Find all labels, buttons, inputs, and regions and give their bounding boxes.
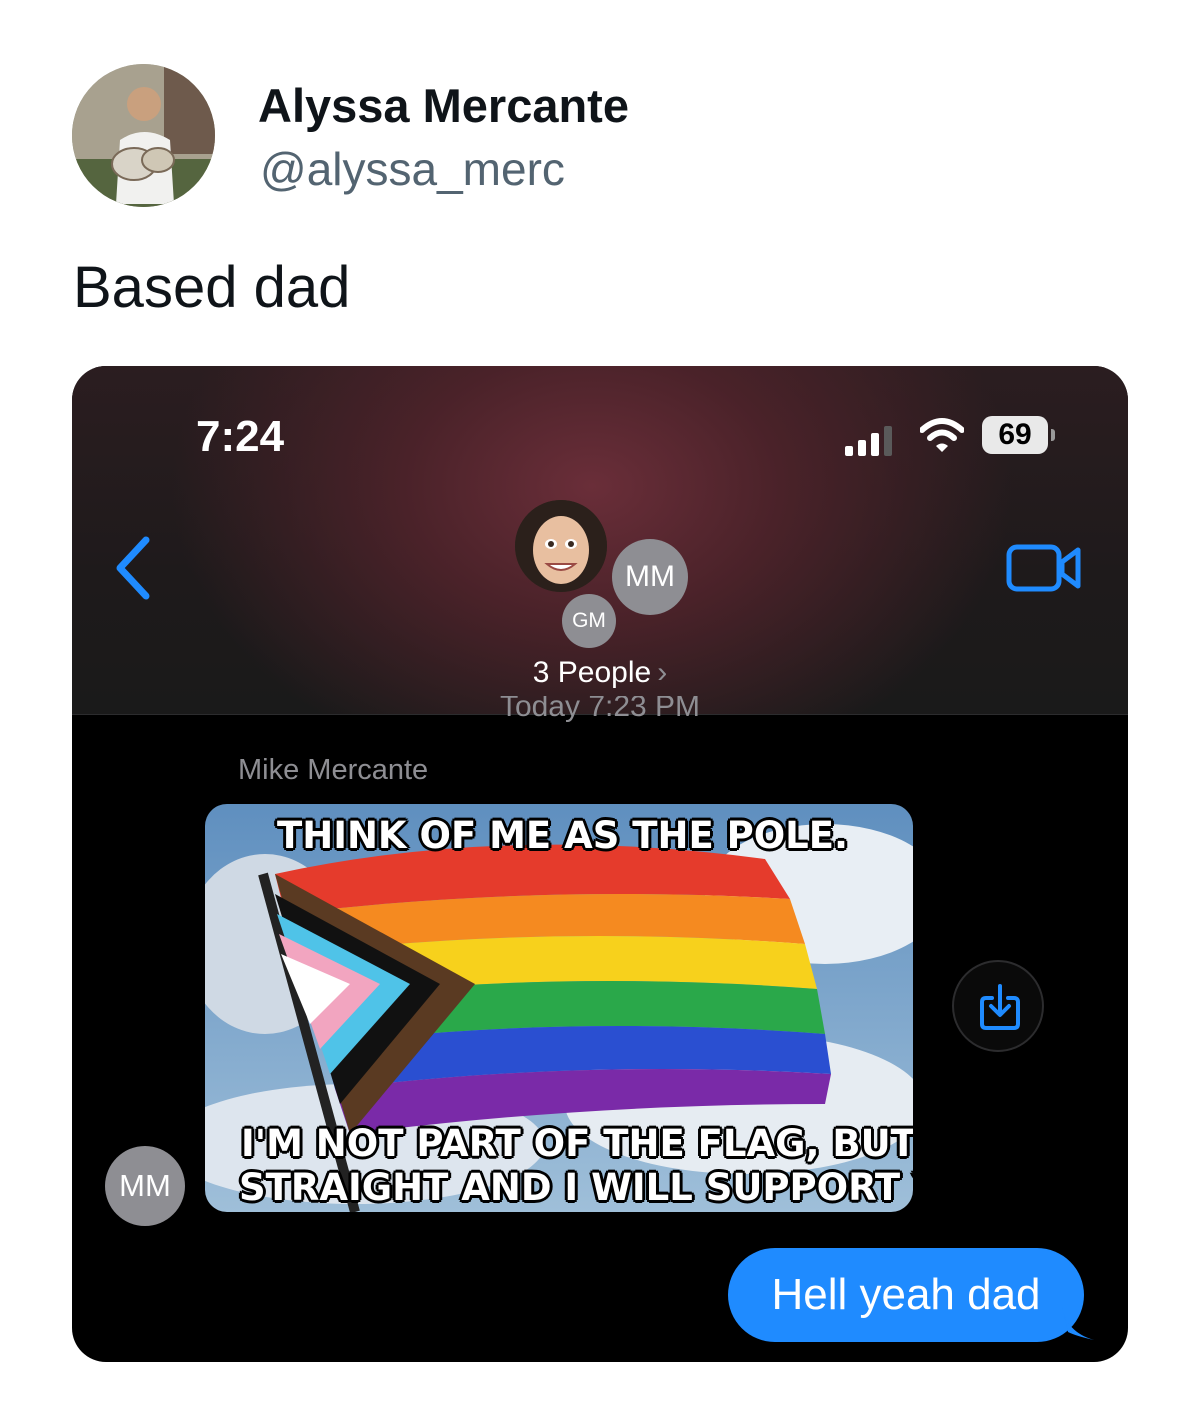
bubble-tail bbox=[1062, 1306, 1094, 1340]
group-member-mm[interactable]: MM bbox=[612, 539, 688, 615]
status-time: 7:24 bbox=[196, 412, 285, 461]
save-download-icon bbox=[980, 984, 1020, 1030]
timestamp-text: Today 7:23 PM bbox=[499, 696, 701, 723]
tweet-text: Based dad bbox=[73, 255, 351, 320]
chevron-right-icon: › bbox=[657, 656, 668, 689]
sender-name: Mike Mercante bbox=[238, 754, 429, 786]
people-count-label: 3 People bbox=[532, 656, 652, 689]
member-photo bbox=[515, 500, 607, 592]
meme-top-text: THINK OF ME AS THE POLE. bbox=[277, 814, 849, 857]
people-count-link[interactable]: 3 People › bbox=[72, 656, 1128, 690]
sender-avatar[interactable]: MM bbox=[105, 1146, 185, 1226]
attached-screenshot[interactable]: 7:24 69 MM GM 3 People › Today 7:23 PM M… bbox=[72, 366, 1128, 1362]
wifi-icon bbox=[920, 418, 964, 452]
battery-nub bbox=[1051, 429, 1055, 441]
save-image-button[interactable] bbox=[952, 960, 1044, 1052]
meme-bottom-text-line1: I'M NOT PART OF THE FLAG, BUT I AM bbox=[241, 1122, 913, 1165]
meme-image[interactable]: THINK OF ME AS THE POLE. I'M NOT PART OF… bbox=[205, 804, 913, 1212]
group-member-photo[interactable] bbox=[515, 500, 607, 592]
meme-bottom-text-line2: STRAIGHT AND I WILL SUPPORT YOU. bbox=[239, 1166, 913, 1209]
author-name[interactable]: Alyssa Mercante bbox=[258, 78, 629, 133]
reply-bubble[interactable]: Hell yeah dad bbox=[728, 1248, 1084, 1342]
back-chevron-icon[interactable] bbox=[112, 536, 156, 600]
signal-icon bbox=[845, 426, 892, 456]
message-timestamp: Today 7:23 PM bbox=[72, 696, 1128, 724]
video-camera-icon[interactable] bbox=[1006, 544, 1082, 592]
author-handle[interactable]: @alyssa_merc bbox=[260, 142, 565, 196]
group-member-gm[interactable]: GM bbox=[562, 594, 616, 648]
avatar-photo bbox=[72, 64, 215, 207]
battery-icon: 69 bbox=[982, 416, 1048, 454]
author-avatar[interactable] bbox=[72, 64, 215, 207]
